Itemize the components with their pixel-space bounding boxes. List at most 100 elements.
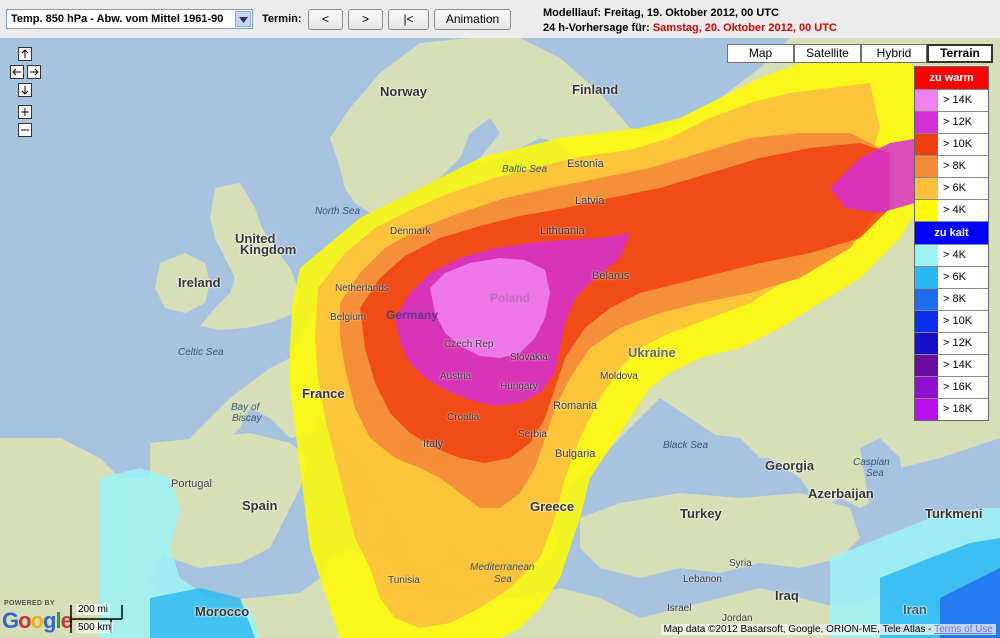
legend-row-warm: > 14K	[915, 89, 988, 111]
pan-up-button[interactable]	[18, 47, 32, 61]
legend-swatch	[915, 311, 938, 332]
label-czech: Czech Rep	[444, 339, 494, 350]
legend-warm-header: zu warm	[915, 67, 988, 89]
label-netherlands: Netherlands	[335, 283, 389, 294]
label-azerbaijan: Azerbaijan	[808, 486, 874, 501]
pan-right-button[interactable]	[27, 65, 41, 79]
next-button[interactable]: >	[348, 9, 383, 30]
legend-swatch	[915, 377, 938, 398]
label-israel: Israel	[667, 603, 692, 614]
legend-swatch	[915, 156, 938, 177]
legend-label: > 4K	[943, 249, 966, 261]
prev-button[interactable]: <	[308, 9, 343, 30]
label-caspian: Caspian	[853, 457, 890, 468]
label-norway: Norway	[380, 84, 427, 99]
arrow-left-icon	[12, 68, 21, 76]
chevron-down-icon[interactable]	[235, 11, 251, 27]
arrow-up-icon	[21, 49, 29, 58]
maptype-terrain-button[interactable]: Terrain	[927, 44, 993, 63]
label-iran: Iran	[903, 602, 927, 617]
label-serbia: Serbia	[518, 429, 547, 440]
legend-label: > 6K	[943, 271, 966, 283]
label-bay-of: Bay of	[231, 402, 260, 413]
zoom-out-button[interactable]	[18, 123, 32, 137]
parameter-select-value: Temp. 850 hPa - Abw. vom Mittel 1961-90	[11, 13, 224, 25]
legend-label: > 10K	[943, 138, 973, 150]
label-portugal: Portugal	[171, 478, 212, 490]
parameter-select[interactable]: Temp. 850 hPa - Abw. vom Mittel 1961-90	[6, 9, 253, 29]
map-canvas[interactable]: Norway Finland Estonia Latvia Lithuania …	[0, 38, 1000, 638]
legend-label: > 16K	[943, 381, 973, 393]
arrow-right-icon	[30, 68, 39, 76]
legend-row-cold: > 8K	[915, 288, 988, 310]
legend-swatch	[915, 200, 938, 221]
termin-label: Termin:	[262, 13, 302, 25]
legend-label: > 18K	[943, 403, 973, 415]
minus-icon	[21, 129, 29, 131]
label-germany: Germany	[386, 308, 439, 322]
first-button[interactable]: |<	[388, 9, 429, 30]
label-estonia: Estonia	[567, 158, 604, 170]
label-slovakia: Slovakia	[510, 352, 548, 363]
label-spain: Spain	[242, 498, 278, 513]
label-syria: Syria	[729, 558, 752, 569]
legend-swatch	[915, 245, 938, 266]
legend-swatch	[915, 134, 938, 155]
label-iraq: Iraq	[775, 588, 799, 603]
maptype-map-button[interactable]: Map	[727, 44, 794, 63]
map-base-layer	[0, 38, 1000, 638]
google-logo[interactable]: Google	[2, 608, 73, 634]
legend-row-cold: > 4K	[915, 244, 988, 266]
label-morocco: Morocco	[195, 604, 250, 619]
legend-label: > 12K	[943, 337, 973, 349]
legend-row-cold: > 10K	[915, 310, 988, 332]
legend-warm-list: > 14K > 12K > 10K > 8K > 6K > 4K	[915, 89, 988, 221]
maptype-satellite-button[interactable]: Satellite	[794, 44, 861, 63]
label-tunisia: Tunisia	[388, 575, 420, 586]
maptype-hybrid-button[interactable]: Hybrid	[861, 44, 927, 63]
legend-row-warm: > 4K	[915, 199, 988, 221]
label-croatia: Croatia	[447, 412, 480, 423]
label-italy: Italy	[423, 438, 444, 450]
legend-row-cold: > 18K	[915, 398, 988, 420]
legend-row-cold: > 16K	[915, 376, 988, 398]
legend-swatch	[915, 90, 938, 111]
attribution-text: Map data ©2012 Basarsoft, Google, ORION-…	[663, 624, 935, 635]
label-georgia: Georgia	[765, 458, 815, 473]
label-kingdom: Kingdom	[240, 242, 297, 257]
label-denmark: Denmark	[390, 226, 431, 237]
label-austria: Austria	[440, 371, 472, 382]
attribution: Map data ©2012 Basarsoft, Google, ORION-…	[660, 624, 996, 635]
legend-label: > 14K	[943, 359, 973, 371]
legend-row-cold: > 14K	[915, 354, 988, 376]
pan-left-button[interactable]	[10, 65, 24, 79]
model-run-text: Modelllauf: Freitag, 19. Oktober 2012, 0…	[543, 7, 779, 19]
arrow-down-icon	[21, 86, 29, 95]
label-caspian-sea: Sea	[866, 468, 884, 479]
label-mediterranean-sea: Sea	[494, 574, 512, 585]
legend-label: > 12K	[943, 116, 973, 128]
label-baltic-sea: Baltic Sea	[502, 164, 548, 175]
label-turkmenistan: Turkmeni	[925, 506, 983, 521]
legend-row-warm: > 12K	[915, 111, 988, 133]
label-romania: Romania	[553, 400, 598, 412]
scale-km: 500 km	[76, 622, 113, 633]
legend-label: > 8K	[943, 160, 966, 172]
label-ukraine: Ukraine	[628, 345, 676, 360]
scale-miles: 200 mi	[76, 604, 111, 615]
label-latvia: Latvia	[575, 195, 605, 207]
label-jordan: Jordan	[722, 613, 753, 624]
zoom-in-button[interactable]	[18, 105, 32, 119]
legend-label: > 10K	[943, 315, 973, 327]
pan-down-button[interactable]	[18, 83, 32, 97]
legend-swatch	[915, 289, 938, 310]
label-lebanon: Lebanon	[683, 574, 722, 585]
legend-row-warm: > 10K	[915, 133, 988, 155]
legend-swatch	[915, 267, 938, 288]
terms-link[interactable]: Terms of Use	[934, 624, 993, 635]
animation-button[interactable]: Animation	[434, 9, 511, 30]
legend-swatch	[915, 399, 938, 420]
legend: zu warm > 14K > 12K > 10K > 8K > 6K > 4K zu k…	[914, 66, 989, 421]
legend-row-warm: > 6K	[915, 177, 988, 199]
legend-row-cold: > 6K	[915, 266, 988, 288]
